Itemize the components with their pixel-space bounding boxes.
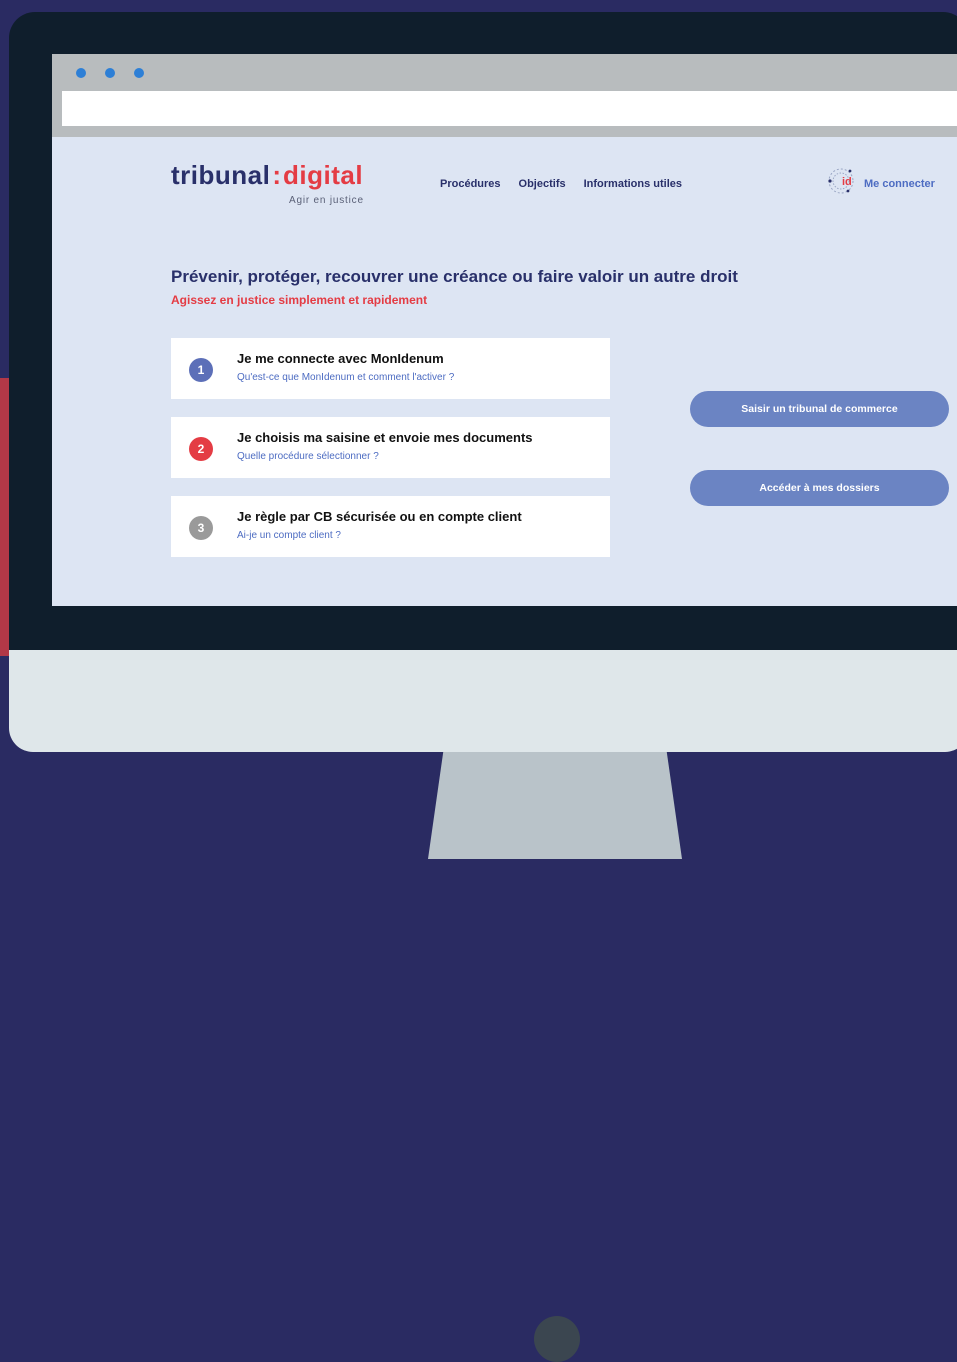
step-title: Je règle par CB sécurisée ou en compte c… bbox=[237, 509, 522, 524]
step-title: Je me connecte avec MonIdenum bbox=[237, 351, 444, 366]
step-card-3: 3 Je règle par CB sécurisée ou en compte… bbox=[171, 496, 610, 557]
monitor-chin bbox=[9, 650, 957, 1362]
saisir-tribunal-button[interactable]: Saisir un tribunal de commerce bbox=[690, 391, 949, 427]
monitor-stand bbox=[428, 752, 682, 859]
web-page: tribunal:digital Agir en justice Procédu… bbox=[52, 137, 957, 606]
main-nav: Procédures Objectifs Informations utiles bbox=[440, 178, 682, 190]
window-dot-icon[interactable] bbox=[134, 68, 144, 78]
browser-toolbar bbox=[52, 54, 957, 137]
step-number-badge: 1 bbox=[189, 358, 213, 382]
page-title: Prévenir, protéger, recouvrer une créanc… bbox=[171, 267, 738, 286]
login-label: Me connecter bbox=[864, 177, 935, 190]
step-title: Je choisis ma saisine et envoie mes docu… bbox=[237, 430, 533, 445]
svg-text:id: id bbox=[842, 176, 852, 188]
nav-item-procedures[interactable]: Procédures bbox=[440, 178, 501, 190]
window-dot-icon[interactable] bbox=[76, 68, 86, 78]
step-card-2: 2 Je choisis ma saisine et envoie mes do… bbox=[171, 417, 610, 478]
step-card-1: 1 Je me connecte avec MonIdenum Qu'est-c… bbox=[171, 338, 610, 399]
step-number-badge: 2 bbox=[189, 437, 213, 461]
step-help-link[interactable]: Quelle procédure sélectionner ? bbox=[237, 451, 379, 462]
login-link[interactable]: id Me connecter bbox=[828, 166, 935, 201]
page-subtitle: Agissez en justice simplement et rapidem… bbox=[171, 293, 428, 307]
window-dot-icon[interactable] bbox=[105, 68, 115, 78]
logo-word-tribunal: tribunal bbox=[171, 160, 271, 190]
acceder-dossiers-button[interactable]: Accéder à mes dossiers bbox=[690, 470, 949, 506]
logo-separator: : bbox=[272, 160, 282, 190]
site-logo[interactable]: tribunal:digital Agir en justice bbox=[171, 160, 364, 206]
logo-word-digital: digital bbox=[283, 160, 364, 190]
logo-tagline: Agir en justice bbox=[289, 195, 364, 206]
step-help-link[interactable]: Ai-je un compte client ? bbox=[237, 530, 341, 541]
browser-window: tribunal:digital Agir en justice Procédu… bbox=[52, 54, 957, 606]
nav-item-informations-utiles[interactable]: Informations utiles bbox=[584, 178, 682, 190]
power-button bbox=[534, 1316, 580, 1362]
address-bar[interactable] bbox=[62, 91, 957, 126]
step-number-badge: 3 bbox=[189, 516, 213, 540]
step-help-link[interactable]: Qu'est-ce que MonIdenum et comment l'act… bbox=[237, 372, 454, 383]
nav-item-objectifs[interactable]: Objectifs bbox=[519, 178, 566, 190]
id-icon: id bbox=[828, 166, 858, 201]
decorative-stripe bbox=[0, 378, 9, 656]
